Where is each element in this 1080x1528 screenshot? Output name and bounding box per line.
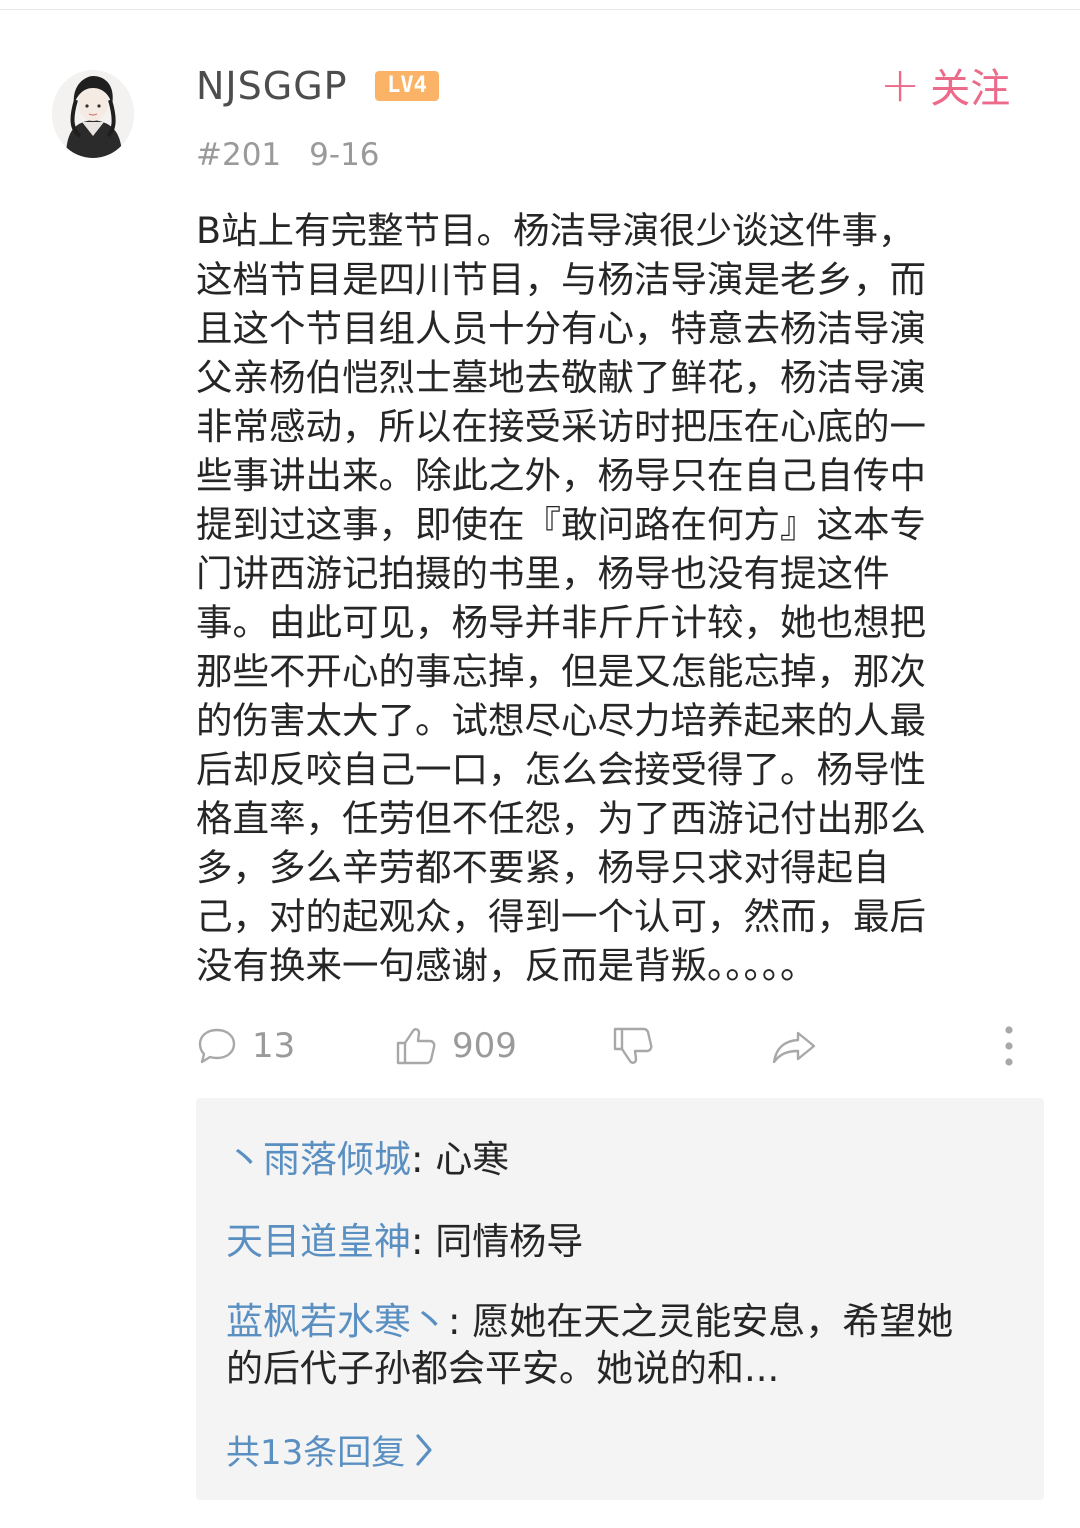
reply-item[interactable]: 蓝枫若水寒丶: 愿她在天之灵能安息，希望她的后代子孙都会平安。她说的和... <box>226 1298 986 1392</box>
reply-text: : 心寒 <box>411 1138 510 1181</box>
comment-icon <box>198 1028 236 1064</box>
chevron-right-icon <box>416 1433 432 1466</box>
avatar[interactable] <box>52 70 134 158</box>
dislike-button[interactable] <box>611 1020 655 1072</box>
reply-preview-box[interactable]: 丶雨落倾城: 心寒 天目道皇神: 同情杨导 蓝枫若水寒丶: 愿她在天之灵能安息，… <box>196 1098 1044 1500</box>
post-meta: #201 9-16 <box>196 137 380 173</box>
top-divider <box>0 0 1080 10</box>
avatar-image <box>52 70 134 158</box>
more-vertical-icon <box>1005 1026 1013 1066</box>
share-icon <box>772 1031 816 1064</box>
thumbs-up-icon <box>396 1028 436 1065</box>
more-options-button[interactable] <box>1001 1020 1017 1072</box>
reply-author[interactable]: 丶雨落倾城 <box>226 1138 411 1181</box>
level-badge: LV4 <box>375 71 439 101</box>
like-count: 909 <box>452 1026 517 1066</box>
floor-number: #201 <box>196 137 282 173</box>
view-all-replies-link[interactable]: 共13条回复 <box>226 1425 435 1474</box>
reply-item[interactable]: 天目道皇神: 同情杨导 <box>226 1218 986 1265</box>
reply-author[interactable]: 天目道皇神 <box>226 1220 411 1263</box>
follow-label: 关注 <box>930 66 1011 112</box>
plus-icon: + <box>880 57 921 113</box>
post-body: B站上有完整节目。杨洁导演很少谈这件事， 这档节目是四川节目，与杨洁导演是老乡，… <box>196 209 926 987</box>
share-button[interactable] <box>770 1020 818 1072</box>
follow-button[interactable]: + 关注 <box>880 57 1010 113</box>
more-replies-label: 共13条回复 <box>226 1433 406 1473</box>
reply-item[interactable]: 丶雨落倾城: 心寒 <box>226 1136 986 1183</box>
comment-button[interactable]: 13 <box>196 1020 295 1072</box>
like-button[interactable]: 909 <box>394 1020 517 1072</box>
reply-author[interactable]: 蓝枫若水寒丶 <box>226 1300 448 1343</box>
reply-text: : 同情杨导 <box>411 1220 584 1263</box>
comment-count: 13 <box>252 1026 296 1066</box>
thumbs-down-icon <box>613 1027 653 1064</box>
post-date: 9-16 <box>309 137 380 173</box>
action-bar: 13 909 <box>196 1020 1036 1072</box>
username[interactable]: NJSGGP <box>196 64 348 108</box>
